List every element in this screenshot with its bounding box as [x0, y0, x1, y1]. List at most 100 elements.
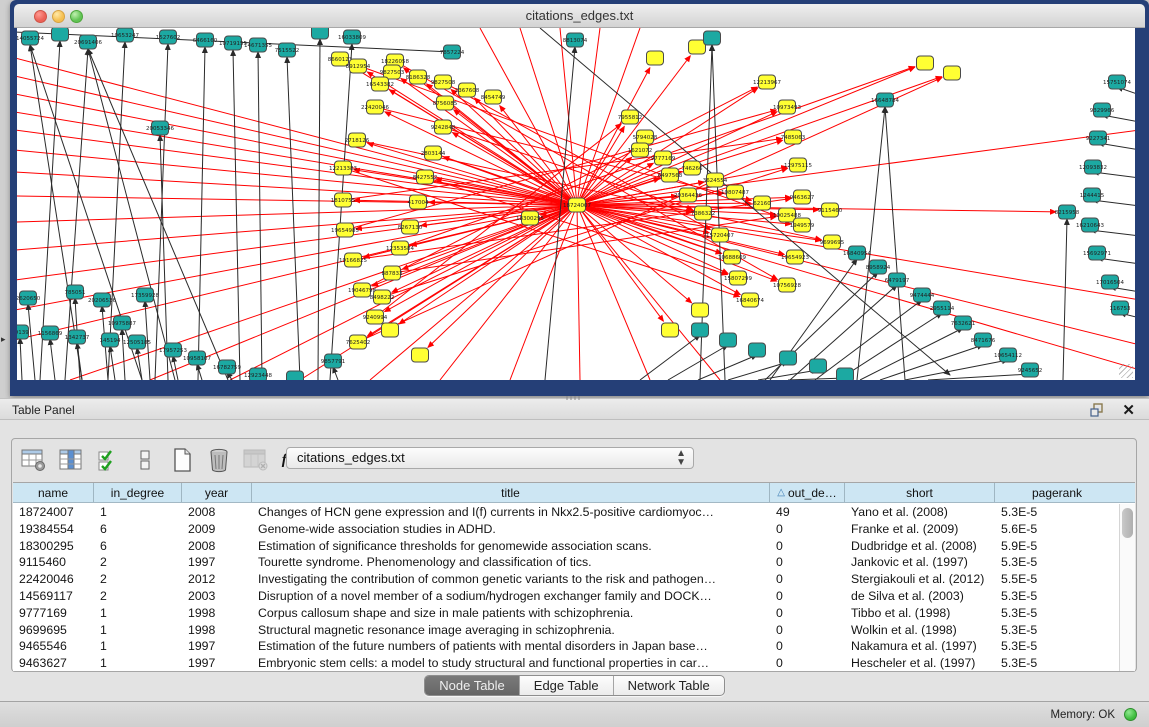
graph-node-label: 20053346 — [146, 126, 174, 132]
column-visibility-icon[interactable] — [57, 446, 85, 474]
table-row[interactable]: 1872400712008Changes of HCN gene express… — [13, 504, 1119, 521]
table-row[interactable]: 2242004622012Investigating the contribut… — [13, 571, 1119, 588]
table-row[interactable]: 1830029562008Estimation of significance … — [13, 538, 1119, 555]
table-options-icon[interactable] — [20, 446, 48, 474]
delete-trash-icon[interactable] — [205, 446, 233, 474]
graph-node-yellow[interactable] — [412, 348, 429, 362]
graph-node-label: 785051 — [65, 290, 86, 296]
citation-edge-red[interactable] — [17, 205, 577, 250]
table-vertical-scrollbar[interactable] — [1119, 504, 1135, 671]
graph-node-teal[interactable] — [52, 28, 69, 41]
citation-edge-red[interactable] — [453, 133, 577, 205]
citation-edge-red[interactable] — [17, 205, 577, 222]
citation-edge-red[interactable] — [577, 205, 720, 380]
column-header-short[interactable]: short — [845, 483, 995, 502]
graph-node-teal[interactable] — [780, 351, 797, 365]
citation-edge-red[interactable] — [17, 205, 577, 280]
row-height-icon[interactable] — [131, 446, 159, 474]
citation-edge-black[interactable] — [50, 339, 55, 380]
citation-edge-black[interactable] — [110, 346, 115, 380]
graph-node-teal[interactable] — [287, 371, 304, 380]
close-panel-icon[interactable]: ✕ — [1122, 401, 1135, 419]
citation-edge-black[interactable] — [88, 49, 175, 380]
column-header-out-degree[interactable]: △out_de… — [770, 483, 845, 502]
graph-node-label: 9329966 — [1090, 108, 1115, 114]
citation-edge-black[interactable] — [640, 335, 700, 380]
citation-edge-red[interactable] — [577, 205, 1135, 370]
citation-edge-red[interactable] — [17, 130, 577, 205]
graph-node-label: 9115460 — [818, 208, 843, 214]
table-selector-dropdown[interactable]: citations_edges.txt ▲▼ — [286, 447, 694, 469]
citation-edge-black[interactable] — [698, 355, 757, 380]
float-panel-icon[interactable] — [1090, 403, 1105, 417]
graph-node-label: 15720407 — [706, 233, 734, 239]
sidebar-expand-arrow[interactable]: ▸ — [1, 334, 6, 345]
citation-edge-black[interactable] — [28, 304, 35, 380]
citation-edge-black[interactable] — [122, 329, 125, 380]
window-titlebar[interactable]: citations_edges.txt — [14, 4, 1145, 28]
graph-node-yellow[interactable] — [689, 40, 706, 54]
citation-edge-black[interactable] — [928, 374, 1030, 380]
graph-node-yellow[interactable] — [917, 56, 934, 70]
citation-edge-black[interactable] — [728, 362, 788, 380]
citation-edge-red[interactable] — [440, 205, 577, 380]
table-row[interactable]: 1938455462009Genome-wide association stu… — [13, 521, 1119, 538]
splitter-grip[interactable] — [566, 396, 580, 400]
select-all-checkboxes-icon[interactable] — [94, 446, 122, 474]
citation-edge-black[interactable] — [88, 49, 228, 380]
table-row[interactable]: 946554611997Estimation of the future num… — [13, 638, 1119, 655]
table-row[interactable]: 946362711997Embryonic stem cells: a mode… — [13, 655, 1119, 671]
citation-edge-red[interactable] — [577, 205, 650, 380]
graph-node-teal[interactable] — [810, 359, 827, 373]
column-header-year[interactable]: year — [182, 483, 252, 502]
graph-node-teal[interactable] — [692, 323, 709, 337]
citation-edge-black[interactable] — [668, 345, 728, 380]
graph-node-teal[interactable] — [837, 368, 854, 380]
graph-node-teal[interactable] — [720, 333, 737, 347]
graph-node-yellow[interactable] — [944, 66, 961, 80]
graph-node-teal[interactable] — [704, 31, 721, 45]
citation-edge-black[interactable] — [258, 52, 262, 380]
citation-edge-black[interactable] — [790, 285, 897, 380]
column-header-in-degree[interactable]: in_degree — [94, 483, 182, 502]
graph-node-teal[interactable] — [312, 28, 329, 39]
citation-edge-black[interactable] — [20, 338, 22, 380]
table-cell: Estimation of the future numbers of pati… — [252, 638, 770, 655]
tab-node-table[interactable]: Node Table — [425, 676, 520, 695]
column-header-name[interactable]: name — [13, 483, 94, 502]
citation-edge-black[interactable] — [333, 367, 338, 380]
canvas-resize-grip[interactable] — [1119, 364, 1133, 378]
table-row[interactable]: 977716911998Corpus callosum shape and si… — [13, 605, 1119, 622]
scrollbar-thumb[interactable] — [1122, 508, 1133, 538]
graph-node-yellow[interactable] — [382, 323, 399, 337]
tab-edge-table[interactable]: Edge Table — [520, 676, 614, 695]
column-header-title[interactable]: title — [252, 483, 770, 502]
citation-edge-black[interactable] — [287, 57, 300, 380]
table-row[interactable]: 1456911722003Disruption of a novel membe… — [13, 588, 1119, 605]
citation-edge-red[interactable] — [577, 205, 580, 380]
graph-node-teal[interactable] — [749, 343, 766, 357]
citation-edge-red[interactable] — [577, 130, 1135, 205]
citation-edge-black[interactable] — [1063, 219, 1067, 380]
network-canvas[interactable]: 1872400718300295866012389129541822605898… — [17, 28, 1135, 380]
citation-edge-black[interactable] — [198, 47, 205, 380]
citation-edge-red[interactable] — [577, 205, 1135, 345]
citation-edge-black[interactable] — [857, 107, 885, 380]
table-row[interactable]: 911546021997Tourette syndrome. Phenomeno… — [13, 554, 1119, 571]
graph-node-yellow[interactable] — [692, 303, 709, 317]
graph-node-yellow[interactable] — [662, 323, 679, 337]
citation-edge-red[interactable] — [577, 205, 777, 281]
column-header-pagerank[interactable]: pagerank — [995, 483, 1119, 502]
citation-edge-black[interactable] — [758, 370, 818, 380]
citation-edge-red[interactable] — [510, 205, 577, 380]
table-row[interactable]: 969969511998Structural magnetic resonanc… — [13, 622, 1119, 639]
table-cell: 6 — [94, 538, 182, 555]
tab-network-table[interactable]: Network Table — [614, 676, 724, 695]
citation-edge-black[interactable] — [318, 39, 320, 380]
citation-edge-black[interactable] — [137, 348, 142, 380]
citation-edge-black[interactable] — [815, 300, 922, 380]
new-document-icon[interactable] — [168, 446, 196, 474]
citation-edge-black[interactable] — [905, 360, 1008, 380]
graph-node-yellow[interactable] — [647, 51, 664, 65]
table-cell: 1997 — [182, 655, 252, 671]
